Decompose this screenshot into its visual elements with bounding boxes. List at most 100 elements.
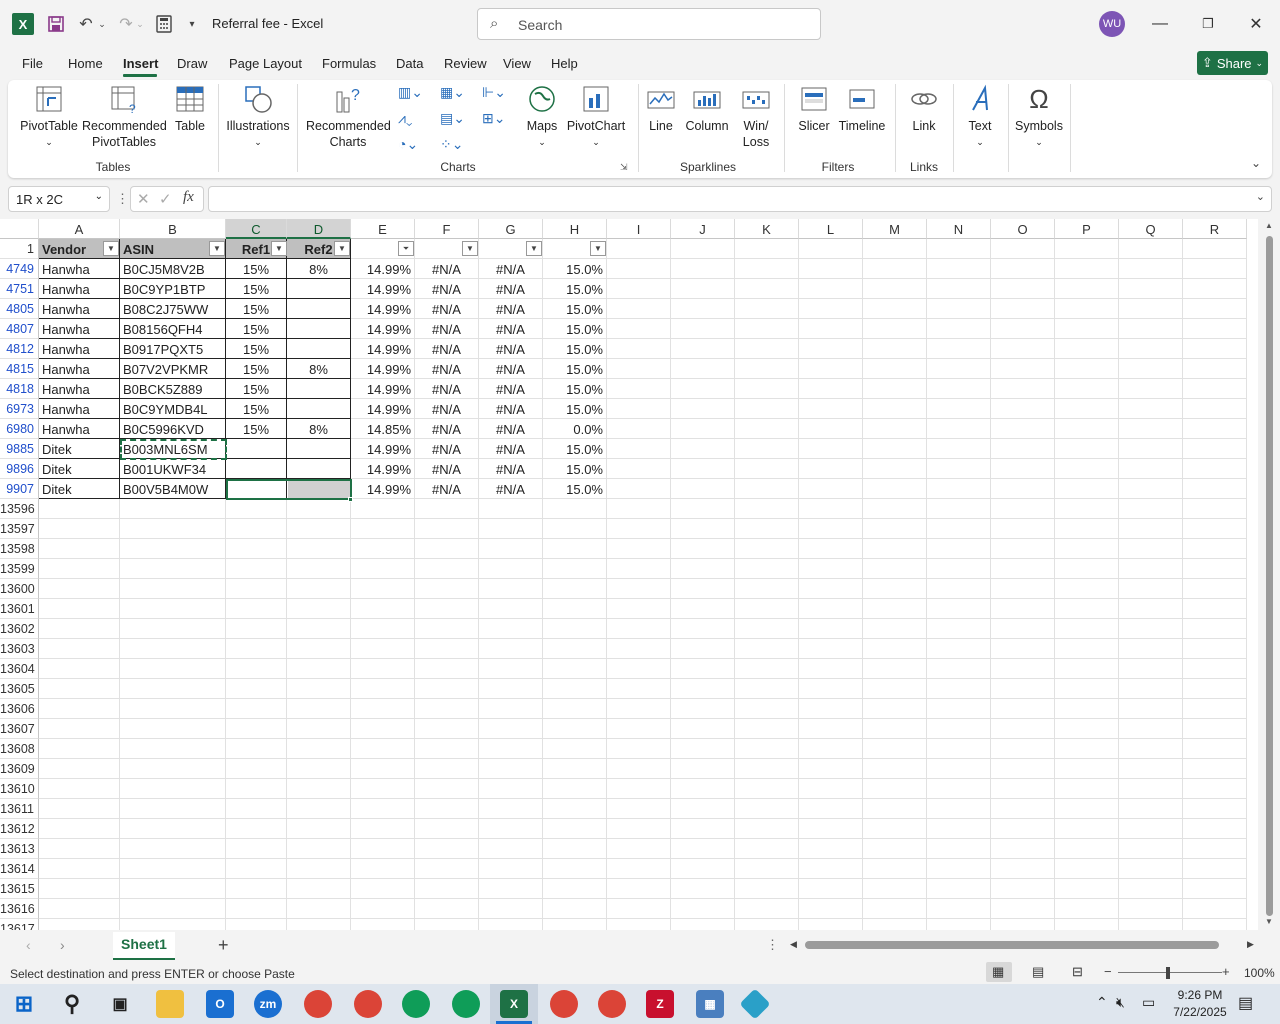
vendor-cell[interactable]: Hanwha xyxy=(39,259,120,279)
grid-cell[interactable] xyxy=(1183,759,1247,779)
grid-cell[interactable] xyxy=(1055,399,1119,419)
grid-cell[interactable] xyxy=(1119,319,1183,339)
grid-cell[interactable] xyxy=(671,859,735,879)
e-cell[interactable]: 14.99% xyxy=(351,479,415,499)
grid-cell[interactable] xyxy=(287,679,351,699)
grid-cell[interactable] xyxy=(607,259,671,279)
grid-cell[interactable] xyxy=(351,539,415,559)
grid-cell[interactable] xyxy=(1183,559,1247,579)
grid-cell[interactable] xyxy=(415,499,479,519)
ref1-cell[interactable]: 15% xyxy=(226,339,287,359)
grid-cell[interactable] xyxy=(799,799,863,819)
grid-cell[interactable] xyxy=(927,339,991,359)
grid-cell[interactable] xyxy=(607,879,671,899)
tab-draw[interactable]: Draw xyxy=(177,56,207,71)
g-cell[interactable]: #N/A xyxy=(479,279,543,299)
excel-taskbar-icon[interactable]: X xyxy=(500,990,528,1018)
f-cell[interactable]: #N/A xyxy=(415,479,479,499)
grid-cell[interactable] xyxy=(1119,459,1183,479)
grid-cell[interactable] xyxy=(735,519,799,539)
grid-cell[interactable] xyxy=(1055,819,1119,839)
grid-cell[interactable] xyxy=(351,919,415,930)
grid-cell[interactable] xyxy=(1183,539,1247,559)
grid-cell[interactable] xyxy=(927,879,991,899)
grid-cell[interactable] xyxy=(607,419,671,439)
grid-cell[interactable] xyxy=(863,339,927,359)
f-cell[interactable]: #N/A xyxy=(415,439,479,459)
asin-cell[interactable]: B0BCK5Z889 xyxy=(120,379,226,399)
g-cell[interactable]: #N/A xyxy=(479,299,543,319)
grid-cell[interactable] xyxy=(607,499,671,519)
grid-cell[interactable] xyxy=(863,819,927,839)
sparkline-line-button[interactable]: Line xyxy=(646,84,676,134)
row-header[interactable]: 13611 xyxy=(0,799,39,819)
grid-cell[interactable] xyxy=(991,439,1055,459)
grid-cell[interactable] xyxy=(735,539,799,559)
asin-cell[interactable]: B00V5B4M0W xyxy=(120,479,226,499)
hierarchy-chart-icon[interactable]: ▦⌄ xyxy=(440,84,465,101)
grid-cell[interactable] xyxy=(226,679,287,699)
grid-cell[interactable] xyxy=(863,899,927,919)
row-header[interactable]: 4815 xyxy=(0,359,39,379)
grid-cell[interactable] xyxy=(1183,579,1247,599)
grid-cell[interactable] xyxy=(671,259,735,279)
e-cell[interactable]: 14.99% xyxy=(351,339,415,359)
ref1-cell[interactable]: 15% xyxy=(226,419,287,439)
grid-cell[interactable] xyxy=(735,799,799,819)
grid-cell[interactable] xyxy=(479,239,543,259)
chrome-icon[interactable] xyxy=(550,990,578,1018)
grid-cell[interactable] xyxy=(991,459,1055,479)
grid-cell[interactable] xyxy=(287,819,351,839)
calculator-icon[interactable] xyxy=(152,12,176,36)
chrome-icon[interactable] xyxy=(452,990,480,1018)
grid-cell[interactable] xyxy=(1183,399,1247,419)
e-cell[interactable]: 14.99% xyxy=(351,459,415,479)
grid-cell[interactable] xyxy=(607,839,671,859)
ref1-cell[interactable]: 15% xyxy=(226,279,287,299)
grid-cell[interactable] xyxy=(1055,879,1119,899)
grid-cell[interactable] xyxy=(863,559,927,579)
e-cell[interactable]: 14.99% xyxy=(351,379,415,399)
grid-cell[interactable] xyxy=(1055,659,1119,679)
normal-view-icon[interactable]: ▦ xyxy=(992,964,1004,980)
vendor-cell[interactable]: Hanwha xyxy=(39,379,120,399)
row-header[interactable]: 6973 xyxy=(0,399,39,419)
vendor-cell[interactable]: Hanwha xyxy=(39,279,120,299)
grid-cell[interactable] xyxy=(351,719,415,739)
grid-cell[interactable] xyxy=(226,599,287,619)
grid-cell[interactable] xyxy=(479,499,543,519)
e-cell[interactable]: 14.99% xyxy=(351,439,415,459)
grid-cell[interactable] xyxy=(671,599,735,619)
vendor-cell[interactable]: Hanwha xyxy=(39,359,120,379)
grid-cell[interactable] xyxy=(735,559,799,579)
grid-cell[interactable] xyxy=(1119,359,1183,379)
e-cell[interactable]: 14.99% xyxy=(351,259,415,279)
grid-cell[interactable] xyxy=(607,719,671,739)
grid-cell[interactable] xyxy=(226,539,287,559)
e-cell[interactable]: 14.99% xyxy=(351,359,415,379)
horizontal-scroll-thumb[interactable] xyxy=(805,941,1219,949)
grid-cell[interactable] xyxy=(1183,499,1247,519)
grid-cell[interactable] xyxy=(1055,479,1119,499)
filter-dropdown-icon[interactable]: ▼ xyxy=(334,241,350,256)
grid-cell[interactable] xyxy=(1055,459,1119,479)
grid-cell[interactable] xyxy=(799,859,863,879)
grid-cell[interactable] xyxy=(991,539,1055,559)
redo-dropdown-icon[interactable]: ⌄ xyxy=(134,12,146,36)
grid-cell[interactable] xyxy=(735,399,799,419)
grid-cell[interactable] xyxy=(607,599,671,619)
grid-cell[interactable] xyxy=(799,839,863,859)
grid-cell[interactable] xyxy=(543,759,607,779)
grid-cell[interactable] xyxy=(927,459,991,479)
grid-cell[interactable] xyxy=(39,899,120,919)
tab-home[interactable]: Home xyxy=(68,56,103,71)
grid-cell[interactable] xyxy=(351,899,415,919)
row-header[interactable]: 13603 xyxy=(0,639,39,659)
grid-cell[interactable] xyxy=(863,599,927,619)
grid-cell[interactable] xyxy=(415,619,479,639)
f-cell[interactable]: #N/A xyxy=(415,419,479,439)
grid-cell[interactable] xyxy=(1183,679,1247,699)
f-cell[interactable]: #N/A xyxy=(415,299,479,319)
grid-cell[interactable] xyxy=(1183,619,1247,639)
next-sheet-icon[interactable]: › xyxy=(60,937,65,953)
